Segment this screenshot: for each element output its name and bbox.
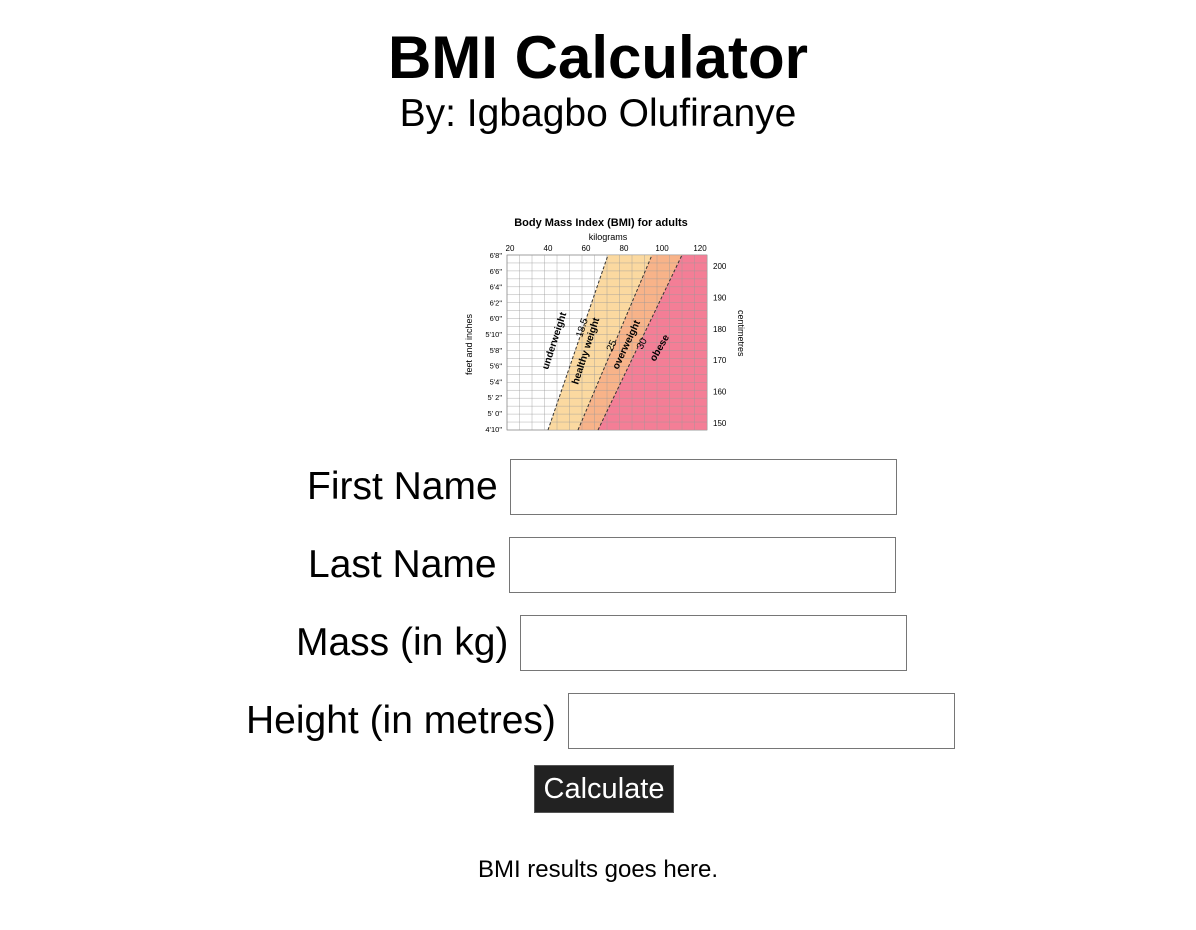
mass-input[interactable] xyxy=(520,615,908,671)
top-tick-label: 60 xyxy=(582,244,591,253)
right-tick-label: 190 xyxy=(713,293,727,302)
left-tick-label: 5' 2" xyxy=(487,393,502,402)
top-tick-label: 120 xyxy=(693,244,707,253)
calculate-button[interactable]: Calculate xyxy=(534,765,674,813)
bmi-result-text: BMI results goes here. xyxy=(477,856,719,883)
right-tick-label: 160 xyxy=(713,388,727,397)
left-axis-ticks: 6'8" 6'6" 6'4" 6'2" 6'0" 5'10" 5'8" 5'6" 5'4" 5' … xyxy=(485,251,502,434)
right-tick-label: 180 xyxy=(713,325,727,334)
left-tick-label: 5'10" xyxy=(485,330,502,339)
left-tick-label: 6'4" xyxy=(490,283,503,292)
top-tick-label: 20 xyxy=(506,244,515,253)
author-subtitle: By: Igbagbo Olufiranye xyxy=(399,92,797,135)
last-name-label: Last Name xyxy=(308,543,497,586)
bmi-chart-svg: Body Mass Index (BMI) for adults kilogra… xyxy=(464,217,746,434)
height-input[interactable] xyxy=(567,693,955,749)
mass-row: Mass (in kg) xyxy=(296,614,908,672)
page: BMI Calculator By: Igbagbo Olufiranye Bo… xyxy=(0,0,1196,930)
right-tick-label: 150 xyxy=(713,419,727,428)
bmi-top-axis-label: kilograms xyxy=(589,232,628,242)
height-label: Height (in metres) xyxy=(246,699,556,742)
left-tick-label: 5'8" xyxy=(490,346,503,355)
right-axis-ticks: 200 190 180 170 160 150 xyxy=(713,262,727,428)
top-tick-label: 40 xyxy=(544,244,553,253)
bmi-chart-title: Body Mass Index (BMI) for adults xyxy=(514,217,688,229)
left-tick-label: 6'0" xyxy=(490,314,503,323)
top-axis-ticks: 20 40 60 80 100 120 xyxy=(506,244,708,253)
first-name-label: First Name xyxy=(307,465,498,508)
bmi-left-axis-label: feet and inches xyxy=(464,313,474,375)
left-tick-label: 4'10" xyxy=(485,425,502,434)
last-name-input[interactable] xyxy=(508,537,896,593)
left-tick-label: 5'6" xyxy=(490,362,503,371)
left-tick-label: 5' 0" xyxy=(487,409,502,418)
page-title: BMI Calculator xyxy=(387,24,809,91)
height-row: Height (in metres) xyxy=(246,692,955,750)
top-tick-label: 80 xyxy=(620,244,629,253)
right-tick-label: 200 xyxy=(713,262,727,271)
left-tick-label: 5'4" xyxy=(490,377,503,386)
last-name-row: Last Name xyxy=(308,536,896,594)
left-tick-label: 6'6" xyxy=(490,267,503,276)
mass-label: Mass (in kg) xyxy=(296,621,509,664)
bmi-plot-area: underweight 18.5 healthy weight 25 overw… xyxy=(506,254,708,431)
left-tick-label: 6'2" xyxy=(490,298,503,307)
first-name-row: First Name xyxy=(307,458,897,516)
bmi-chart-image: Body Mass Index (BMI) for adults kilogra… xyxy=(460,210,750,440)
top-tick-label: 100 xyxy=(655,244,669,253)
left-tick-label: 6'8" xyxy=(490,251,503,260)
first-name-input[interactable] xyxy=(509,459,897,515)
right-tick-label: 170 xyxy=(713,356,727,365)
bmi-right-axis-label: centimetres xyxy=(736,310,746,357)
